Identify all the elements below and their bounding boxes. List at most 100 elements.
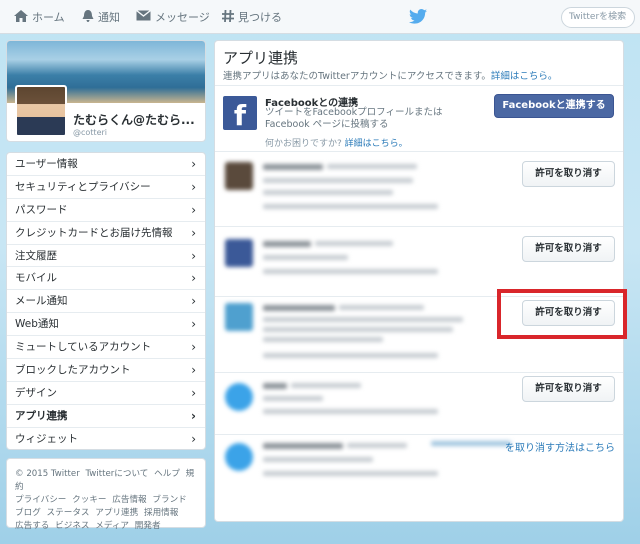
menu-item-apps[interactable]: アプリ連携 › (7, 405, 205, 428)
footer-link-cookies[interactable]: クッキー (72, 495, 106, 505)
chevron-right-icon: › (191, 248, 196, 263)
nav-messages-label: メッセージ (155, 11, 210, 24)
chevron-right-icon: › (191, 363, 196, 378)
app-description (263, 396, 323, 401)
menu-item-email-notifications[interactable]: メール通知 › (7, 290, 205, 314)
menu-item-mobile[interactable]: モバイル › (7, 267, 205, 291)
app-description (263, 255, 348, 260)
footer-link-blog[interactable]: ブログ (15, 508, 41, 518)
app-icon (225, 383, 253, 411)
facebook-logo-icon: f (223, 96, 257, 132)
revoke-access-button[interactable]: 許可を取り消す (522, 376, 615, 402)
menu-item-muted-accounts[interactable]: ミュートしているアカウント › (7, 336, 205, 360)
app-row: 許可を取り消す (215, 227, 623, 297)
chevron-right-icon: › (191, 385, 196, 400)
hash-icon (222, 9, 234, 25)
nav-home-label: ホーム (32, 11, 65, 24)
profile-name[interactable]: たむらくん@たむら... (73, 111, 195, 128)
nav-home[interactable]: ホーム (14, 9, 65, 25)
menu-item-web-notifications[interactable]: Web通知 › (7, 313, 205, 337)
menu-item-account[interactable]: ユーザー情報 › (7, 153, 205, 176)
footer-link-developers[interactable]: 開発者 (135, 521, 161, 531)
chevron-right-icon: › (191, 225, 196, 240)
footer-links: © 2015 Twitter Twitterについて ヘルプ 規約 プライバシー… (6, 458, 206, 531)
connect-facebook-button[interactable]: Facebookと連携する (494, 94, 614, 118)
revoke-access-button[interactable]: 許可を取り消す (522, 161, 615, 187)
search-input[interactable]: Twitterを検索 (561, 7, 635, 28)
revoke-how-blurred (431, 441, 511, 446)
footer-link-about[interactable]: Twitterについて (85, 469, 148, 479)
chevron-right-icon: › (191, 317, 196, 332)
menu-item-label: メール通知 (15, 295, 68, 308)
avatar[interactable] (15, 85, 67, 137)
chevron-right-icon: › (191, 179, 196, 194)
revoke-access-button[interactable]: 許可を取り消す (522, 236, 615, 262)
settings-menu: ユーザー情報 › セキュリティとプライバシー › パスワード › クレジットカードとお… (6, 152, 206, 450)
menu-item-label: セキュリティとプライバシー (15, 180, 151, 193)
menu-item-orders[interactable]: 注文履歴 › (7, 245, 205, 268)
menu-item-label: デザイン (15, 386, 57, 399)
facebook-description: ツイートをFacebookプロフィールまたはFacebook ページに投稿する (265, 107, 443, 130)
profile-handle[interactable]: @cotteri (73, 128, 107, 137)
app-name (263, 443, 343, 449)
page-description: 連携アプリはあなたのTwitterアカウントにアクセスできます。詳細はこちら。 (223, 68, 557, 82)
menu-item-label: ブロックしたアカウント (15, 364, 131, 377)
app-description (263, 337, 383, 342)
footer-link-media[interactable]: メディア (95, 521, 129, 531)
footer-link-apps[interactable]: アプリ連携 (95, 508, 138, 518)
footer-link-jobs[interactable]: 採用情報 (144, 508, 178, 518)
facebook-help: 何かお困りですか? 詳細はこちら。 (265, 136, 408, 149)
facebook-help-text: 何かお困りですか? (265, 139, 342, 149)
chevron-right-icon: › (191, 340, 196, 355)
footer-link-status[interactable]: ステータス (47, 508, 90, 518)
footer-link-advertise[interactable]: 広告する (15, 521, 49, 531)
chevron-right-icon: › (191, 408, 196, 423)
nav-messages[interactable]: メッセージ (136, 9, 210, 25)
nav-discover-label: 見つける (238, 11, 282, 24)
menu-item-label: モバイル (15, 272, 57, 285)
menu-item-password[interactable]: パスワード › (7, 199, 205, 222)
chevron-right-icon: › (191, 202, 196, 217)
app-name (263, 383, 287, 389)
details-link[interactable]: 詳細はこちら。 (491, 71, 558, 82)
page-description-text: 連携アプリはあなたのTwitterアカウントにアクセスできます。 (223, 71, 491, 82)
apps-panel: アプリ連携 連携アプリはあなたのTwitterアカウントにアクセスできます。詳細… (214, 40, 624, 522)
menu-item-label: ユーザー情報 (15, 158, 78, 170)
app-description (263, 327, 453, 332)
menu-item-label: ミュートしているアカウント (15, 341, 152, 354)
chevron-right-icon: › (191, 271, 196, 286)
app-permissions (263, 471, 438, 476)
app-description (263, 178, 413, 183)
nav-notifications[interactable]: 通知 (82, 9, 120, 25)
menu-item-widgets[interactable]: ウィジェット › (7, 428, 205, 449)
footer-link-ads-info[interactable]: 広告情報 (112, 495, 146, 505)
twitter-bird-icon[interactable] (409, 9, 427, 27)
app-meta (315, 241, 393, 246)
facebook-help-link[interactable]: 詳細はこちら。 (345, 139, 408, 149)
app-description (263, 317, 463, 322)
app-permissions (263, 353, 438, 358)
footer-link-business[interactable]: ビジネス (55, 521, 89, 531)
bell-icon (82, 9, 94, 25)
menu-item-payment[interactable]: クレジットカードとお届け先情報 › (7, 222, 205, 245)
profile-card[interactable]: たむらくん@たむら... @cotteri (6, 40, 206, 142)
nav-discover[interactable]: 見つける (222, 9, 282, 25)
app-permissions (263, 269, 438, 274)
highlight-box (497, 289, 627, 339)
revoke-how-link[interactable]: を取り消す方法はこちら (505, 439, 615, 454)
app-icon (225, 443, 253, 471)
chevron-right-icon: › (191, 431, 196, 446)
footer-link-brand[interactable]: ブランド (152, 495, 186, 505)
menu-item-blocked-accounts[interactable]: ブロックしたアカウント › (7, 359, 205, 382)
app-name (263, 305, 335, 311)
menu-item-security[interactable]: セキュリティとプライバシー › (7, 176, 205, 199)
menu-item-design[interactable]: デザイン › (7, 382, 205, 405)
app-description (263, 457, 373, 462)
chevron-right-icon: › (191, 294, 196, 309)
footer-link-privacy[interactable]: プライバシー (15, 495, 66, 505)
app-row: 許可を取り消す (215, 373, 623, 435)
footer-copyright: © 2015 Twitter (15, 469, 80, 479)
footer-link-help[interactable]: ヘルプ (154, 469, 180, 479)
app-name (263, 164, 323, 170)
app-meta (291, 383, 361, 388)
